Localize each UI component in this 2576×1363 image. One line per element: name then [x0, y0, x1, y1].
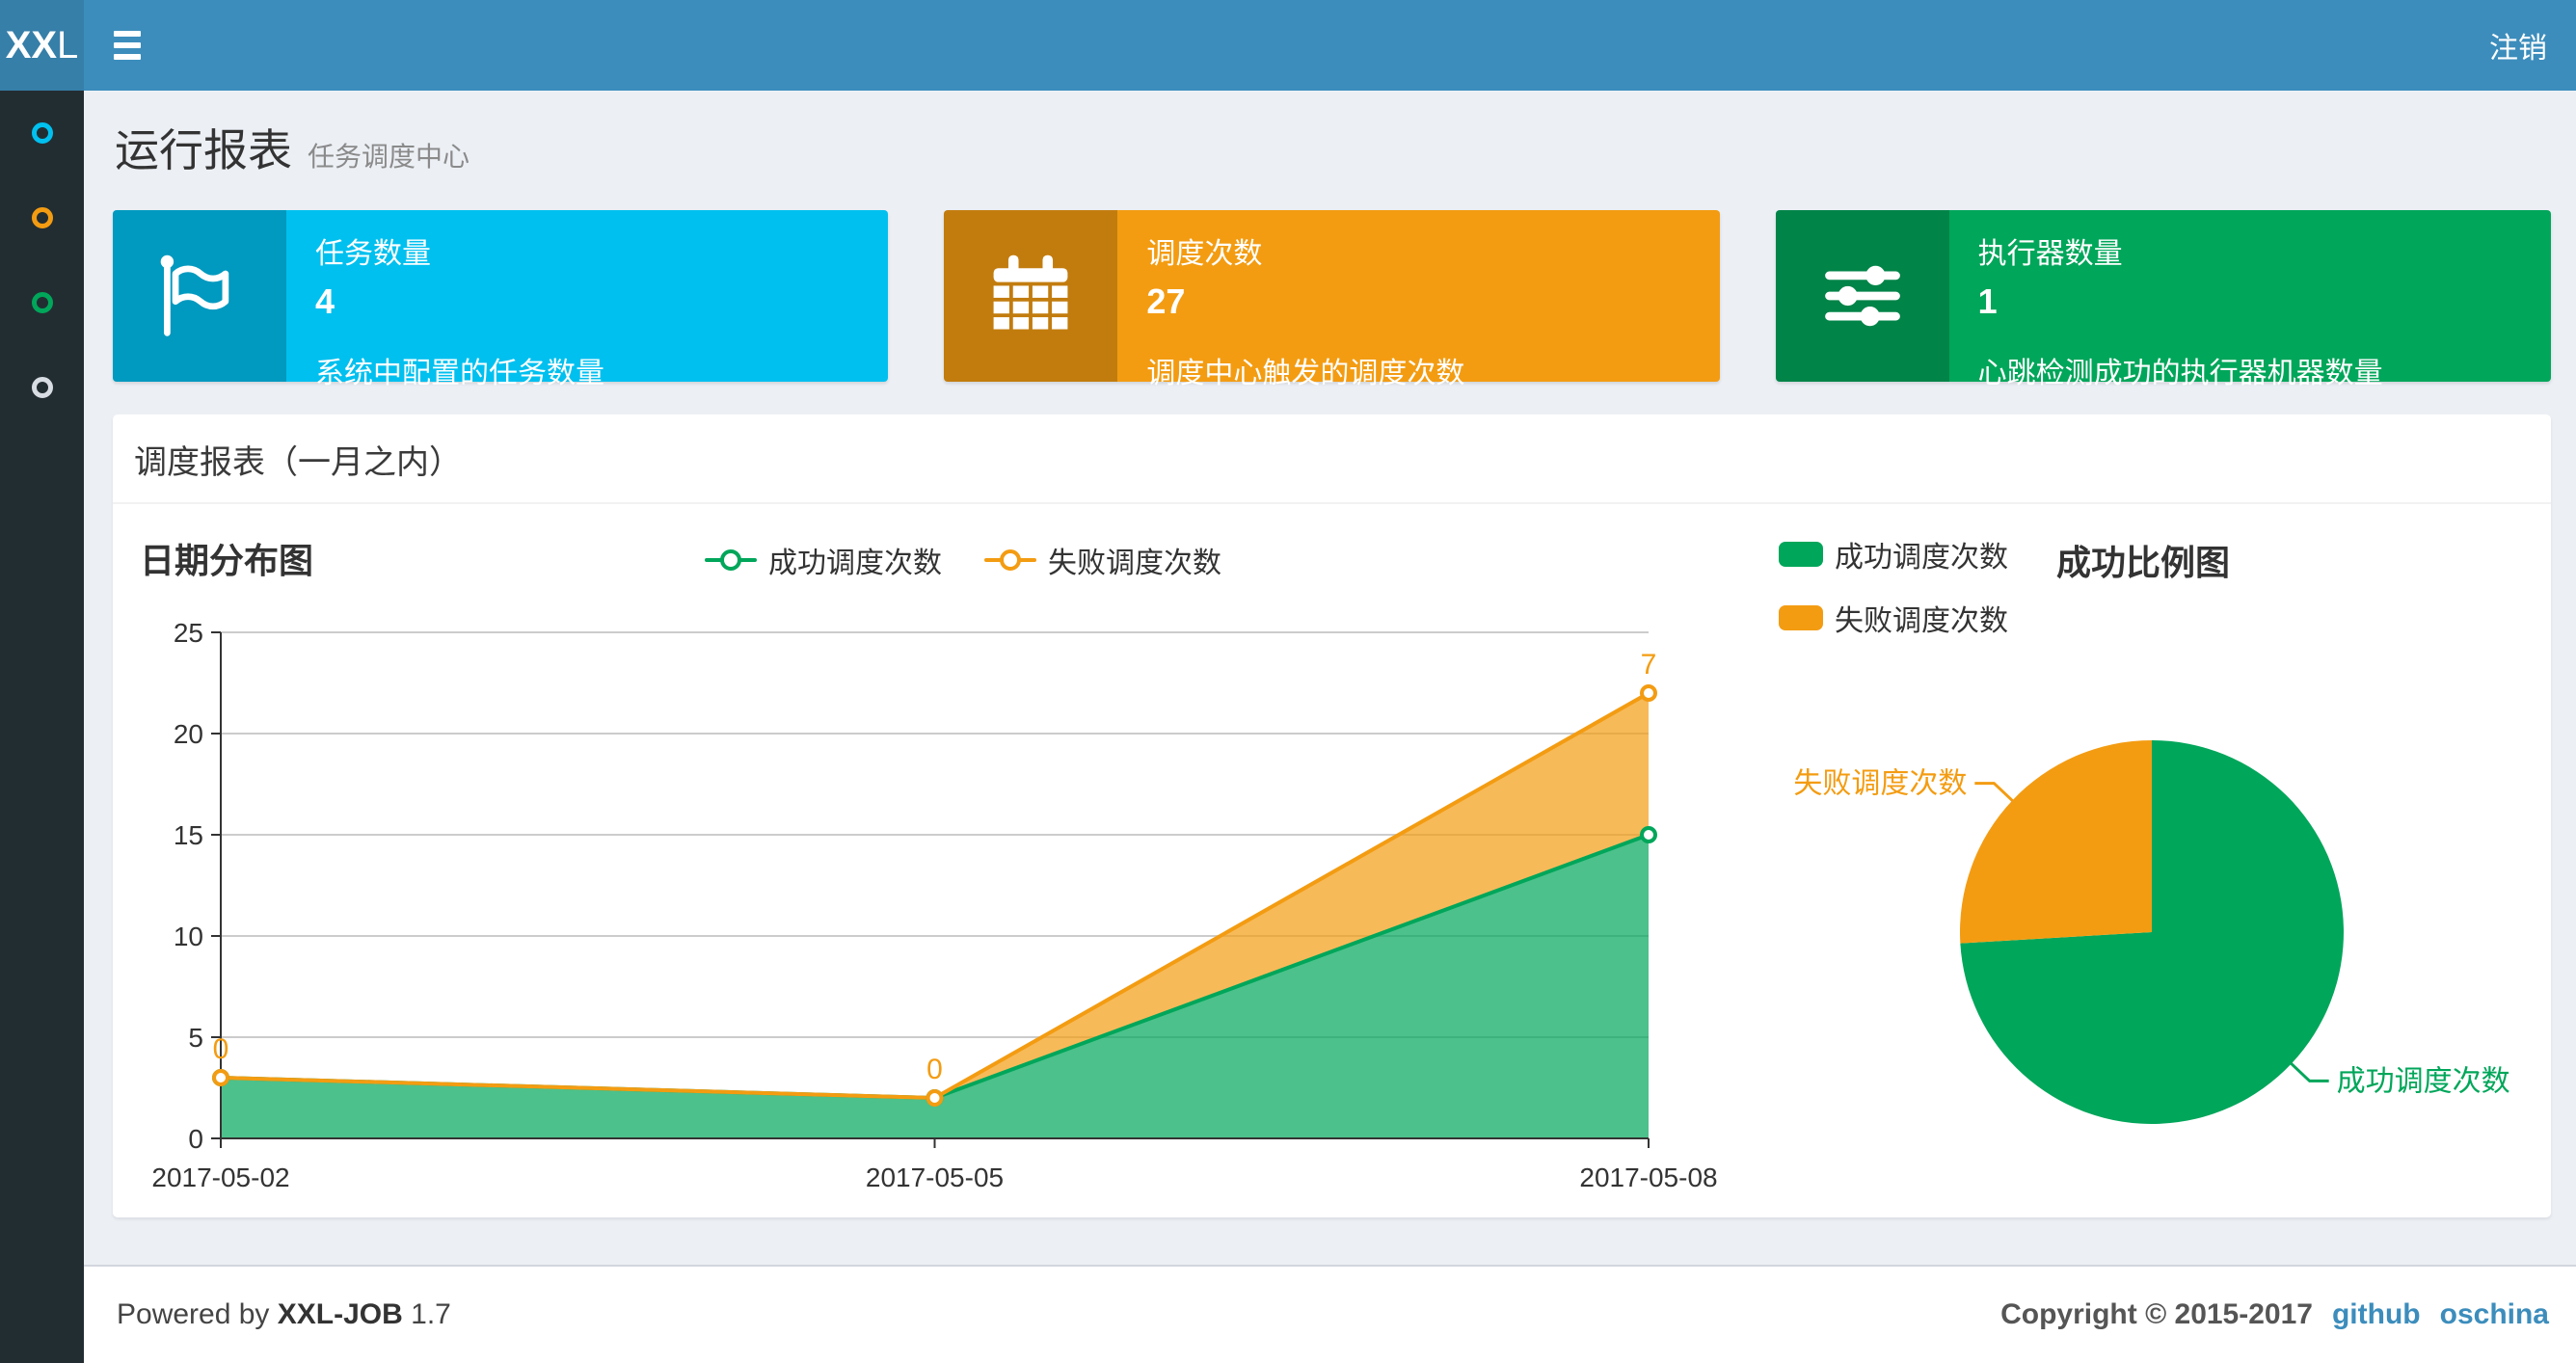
stat-card-label: 调度次数 — [1146, 238, 1263, 270]
page-title: 运行报表 — [115, 125, 292, 175]
stat-card-triggers: 调度次数 27 调度中心触发的调度次数 — [944, 210, 1720, 389]
circle-outline-icon — [31, 122, 53, 144]
legend-label: 成功调度次数 — [1835, 542, 2008, 574]
circle-outline-icon — [31, 377, 53, 398]
sidebar-toggle-button[interactable] — [84, 0, 171, 91]
pie-series-swatch-icon — [1779, 605, 1823, 630]
legend-label: 失败调度次数 — [1835, 605, 2008, 637]
stat-card-label: 执行器数量 — [1977, 238, 2123, 270]
hamburger-icon — [114, 31, 141, 37]
powered-prefix: Powered by — [117, 1298, 270, 1330]
svg-text:7: 7 — [1641, 649, 1657, 681]
svg-text:0: 0 — [926, 1054, 943, 1085]
footer: Powered by XXL-JOB 1.7 Copyright © 2015-… — [84, 1265, 2576, 1363]
svg-text:失败调度次数: 失败调度次数 — [1793, 768, 1967, 800]
svg-text:10: 10 — [174, 922, 203, 951]
svg-text:0: 0 — [213, 1033, 229, 1065]
app-logo[interactable]: XX L — [0, 0, 84, 91]
stat-card-description: 系统中配置的任务数量 — [315, 358, 604, 389]
legend-label: 成功调度次数 — [768, 548, 942, 579]
svg-text:2017-05-05: 2017-05-05 — [866, 1163, 1004, 1192]
logout-link[interactable]: 注销 — [2460, 0, 2576, 91]
svg-text:成功调度次数: 成功调度次数 — [2337, 1065, 2510, 1097]
legend-label: 失败调度次数 — [1048, 548, 1221, 579]
circle-outline-icon — [31, 292, 53, 313]
legend-item-success[interactable]: 成功调度次数 — [705, 539, 942, 581]
main-content: 运行报表 任务调度中心 任务数量 4 系统中配置的任务数量 调度次数 27 调度… — [84, 91, 2576, 1265]
panel-title: 调度报表（一月之内） — [134, 444, 462, 481]
flag-icon — [113, 210, 286, 382]
hamburger-icon — [114, 54, 141, 60]
line-chart-legend: 成功调度次数 失败调度次数 — [705, 539, 1221, 581]
line-series-marker-icon — [984, 558, 1036, 562]
top-navbar: XX L 注销 — [0, 0, 2576, 91]
sidebar-item-jobs[interactable] — [0, 175, 84, 260]
hamburger-icon — [114, 42, 141, 48]
legend-item-fail[interactable]: 失败调度次数 — [1779, 597, 2008, 639]
circle-outline-icon — [31, 207, 53, 228]
schedule-report-panel: 调度报表（一月之内） 日期分布图 成功调度次数 失败调度次数 0 5 10 15 20 2… — [113, 414, 2551, 1217]
svg-text:5: 5 — [188, 1023, 203, 1053]
line-chart-title: 日期分布图 — [140, 541, 314, 580]
svg-text:0: 0 — [188, 1124, 203, 1154]
legend-item-fail[interactable]: 失败调度次数 — [984, 539, 1221, 581]
page-subtitle: 任务调度中心 — [308, 142, 470, 172]
sidebar-item-logs[interactable] — [0, 260, 84, 345]
stat-card-content: 任务数量 4 系统中配置的任务数量 — [286, 210, 888, 389]
product-name: XXL-JOB — [277, 1298, 403, 1330]
product-version: 1.7 — [411, 1298, 451, 1330]
pie-series-swatch-icon — [1779, 542, 1823, 567]
svg-text:2017-05-02: 2017-05-02 — [151, 1163, 289, 1192]
sliders-icon — [1775, 210, 1949, 382]
footer-copyright: Copyright © 2015-2017 github oschina — [2000, 1298, 2549, 1331]
sidebar-item-executors[interactable] — [0, 345, 84, 430]
svg-text:20: 20 — [174, 719, 203, 749]
stat-card-content: 调度次数 27 调度中心触发的调度次数 — [1117, 210, 1719, 389]
stat-card-value: 1 — [1977, 281, 1998, 321]
pie-chart-title: 成功比例图 — [2056, 543, 2231, 582]
sidebar-item-dashboard[interactable] — [0, 91, 84, 175]
stat-card-description: 心跳检测成功的执行器机器数量 — [1977, 358, 2383, 389]
stat-cards-row: 任务数量 4 系统中配置的任务数量 调度次数 27 调度中心触发的调度次数 执行… — [113, 210, 2551, 389]
svg-text:25: 25 — [174, 618, 203, 648]
stat-card-content: 执行器数量 1 心跳检测成功的执行器机器数量 — [1949, 210, 2551, 389]
date-distribution-area-chart: 05101520252017-05-02 2017-05-05 2017-05-08… — [151, 618, 1717, 1192]
panel-header: 调度报表（一月之内） — [113, 414, 2551, 504]
legend-item-success[interactable]: 成功调度次数 — [1779, 533, 2008, 575]
copyright-text: Copyright © 2015-2017 — [2000, 1298, 2313, 1330]
page-header: 运行报表 任务调度中心 — [113, 116, 2551, 179]
pie-chart-legend: 成功调度次数 失败调度次数 — [1779, 533, 2008, 639]
panel-body: 日期分布图 成功调度次数 失败调度次数 0 5 10 15 20 25 2017-05-02… — [113, 504, 2551, 1226]
stat-card-jobs: 任务数量 4 系统中配置的任务数量 — [113, 210, 889, 389]
stat-card-value: 4 — [315, 281, 335, 321]
calendar-icon — [944, 210, 1118, 382]
footer-powered-by: Powered by XXL-JOB 1.7 — [117, 1298, 451, 1331]
stat-card-label: 任务数量 — [315, 238, 431, 270]
github-link[interactable]: github — [2332, 1298, 2421, 1331]
line-series-marker-icon — [705, 558, 757, 562]
sidebar — [0, 91, 84, 1363]
logo-text-light: L — [57, 23, 79, 67]
stat-card-executors: 执行器数量 1 心跳检测成功的执行器机器数量 — [1775, 210, 2551, 389]
svg-text:15: 15 — [174, 820, 203, 850]
logo-text-bold: XX — [5, 23, 58, 67]
stat-card-description: 调度中心触发的调度次数 — [1146, 358, 1465, 389]
svg-text:2017-05-08: 2017-05-08 — [1579, 1163, 1717, 1192]
oschina-link[interactable]: oschina — [2440, 1298, 2549, 1331]
success-ratio-pie-chart: 成功调度次数 失败调度次数 — [1793, 740, 2510, 1124]
stat-card-value: 27 — [1146, 281, 1186, 321]
